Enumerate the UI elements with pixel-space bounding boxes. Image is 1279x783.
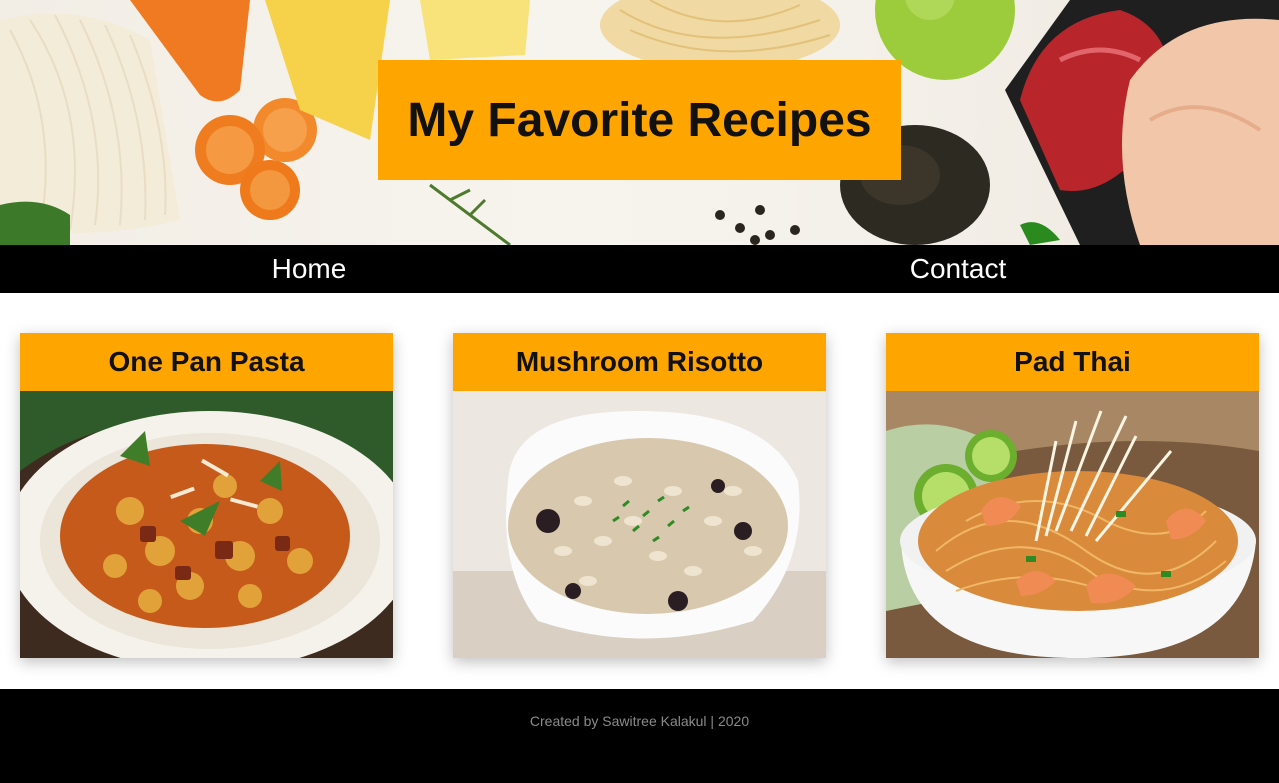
recipe-card-risotto[interactable]: Mushroom Risotto — [453, 333, 826, 658]
recipe-card-title: Mushroom Risotto — [453, 333, 826, 391]
page-footer: Created by Sawitree Kalakul | 2020 — [0, 689, 1279, 783]
recipe-photo-pad-thai — [886, 391, 1259, 658]
footer-credit: Created by Sawitree Kalakul | 2020 — [529, 713, 750, 729]
page-title: My Favorite Recipes — [407, 93, 872, 147]
main-nav: Home Contact — [0, 245, 1279, 293]
recipe-card-pasta[interactable]: One Pan Pasta — [20, 333, 393, 658]
title-box: My Favorite Recipes — [378, 60, 901, 180]
recipe-card-title: One Pan Pasta — [20, 333, 393, 391]
recipe-card-title: Pad Thai — [886, 333, 1259, 391]
hero-banner: My Favorite Recipes — [0, 0, 1279, 245]
nav-link-contact[interactable]: Contact — [858, 245, 1058, 293]
recipe-photo-risotto — [453, 391, 826, 658]
nav-link-home[interactable]: Home — [209, 245, 409, 293]
recipe-card-pad-thai[interactable]: Pad Thai — [886, 333, 1259, 658]
recipe-photo-pasta — [20, 391, 393, 658]
